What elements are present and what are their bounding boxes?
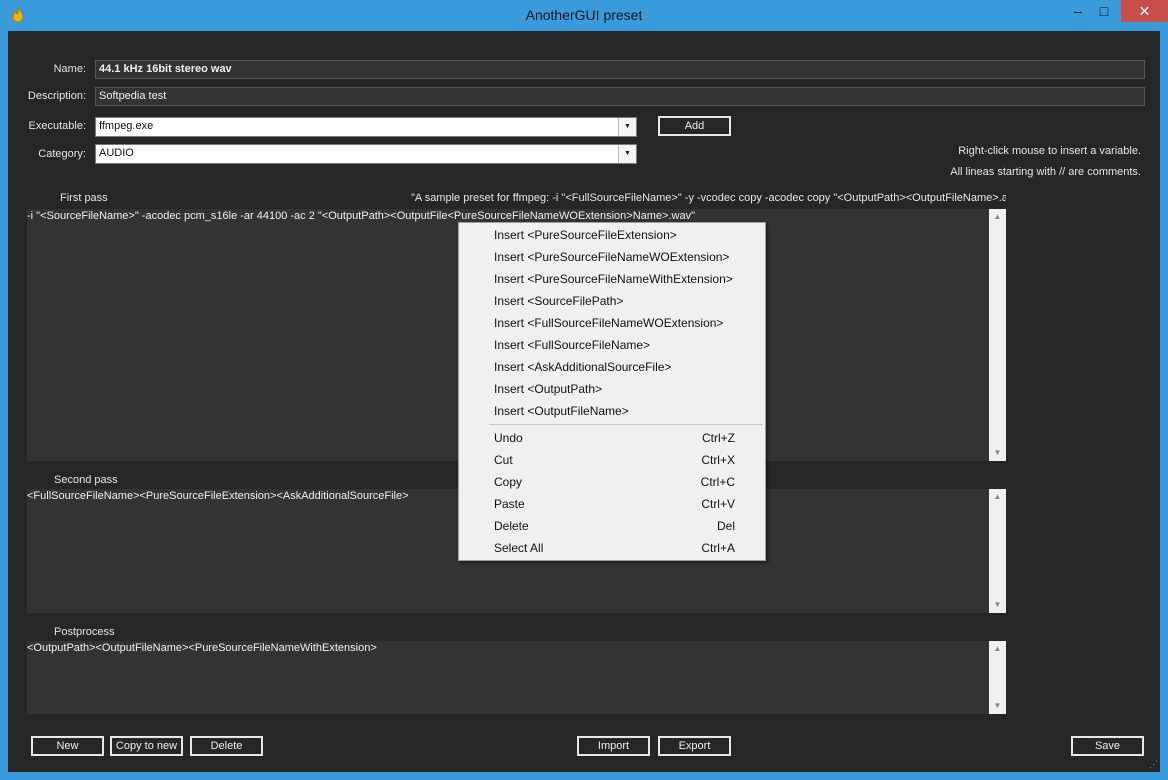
title-bar[interactable]: AnotherGUI preset – □ ✕: [0, 0, 1168, 30]
hint-comments: All lineas starting with // are comments…: [950, 166, 1141, 178]
import-button[interactable]: Import: [577, 736, 650, 756]
copy-to-new-button[interactable]: Copy to new: [110, 736, 183, 756]
scroll-down-icon[interactable]: ▼: [989, 597, 1006, 613]
executable-label: Executable:: [28, 120, 86, 132]
menu-separator: [489, 424, 763, 425]
menu-item-insert[interactable]: Insert <FullSourceFileNameWOExtension>: [459, 312, 765, 334]
maximize-button[interactable]: □: [1090, 0, 1118, 22]
menu-item-insert[interactable]: Insert <FullSourceFileName>: [459, 334, 765, 356]
menu-item-copy[interactable]: Copy Ctrl+C: [459, 471, 765, 493]
second-pass-label: Second pass: [54, 474, 118, 486]
menu-item-insert[interactable]: Insert <SourceFilePath>: [459, 290, 765, 312]
close-button[interactable]: ✕: [1121, 0, 1168, 22]
hint-right-click: Right-click mouse to insert a variable.: [958, 145, 1141, 157]
menu-item-paste[interactable]: Paste Ctrl+V: [459, 493, 765, 515]
menu-item-select-all[interactable]: Select All Ctrl+A: [459, 537, 765, 559]
postprocess-label: Postprocess: [54, 626, 115, 638]
menu-item-insert[interactable]: Insert <AskAdditionalSourceFile>: [459, 356, 765, 378]
category-value: AUDIO: [99, 147, 134, 159]
minimize-button[interactable]: –: [1064, 0, 1092, 22]
app-window: AnotherGUI preset – □ ✕ Name: 44.1 kHz 1…: [0, 0, 1168, 780]
context-menu: Insert <PureSourceFileExtension> Insert …: [458, 222, 766, 561]
menu-item-insert[interactable]: Insert <PureSourceFileNameWithExtension>: [459, 268, 765, 290]
menu-item-insert[interactable]: Insert <PureSourceFileExtension>: [459, 224, 765, 246]
name-field[interactable]: 44.1 kHz 16bit stereo wav: [95, 60, 1145, 79]
new-button[interactable]: New: [31, 736, 104, 756]
chevron-down-icon[interactable]: ▼: [618, 118, 636, 136]
scroll-up-icon[interactable]: ▲: [989, 489, 1006, 505]
first-pass-scrollbar[interactable]: ▲ ▼: [989, 209, 1006, 461]
first-pass-label: First pass: [60, 192, 108, 204]
menu-item-insert[interactable]: Insert <OutputPath>: [459, 378, 765, 400]
description-field[interactable]: Softpedia test: [95, 87, 1145, 106]
postprocess-scrollbar[interactable]: ▲ ▼: [989, 641, 1006, 714]
description-label: Description:: [27, 90, 86, 102]
menu-item-insert[interactable]: Insert <PureSourceFileNameWOExtension>: [459, 246, 765, 268]
resize-grip-icon[interactable]: ⋰: [1149, 759, 1158, 770]
category-label: Category:: [38, 148, 86, 160]
chevron-down-icon[interactable]: ▼: [618, 145, 636, 163]
window-title: AnotherGUI preset: [525, 7, 643, 23]
executable-value: ffmpeg.exe: [99, 120, 154, 132]
category-combo[interactable]: AUDIO ▼: [95, 144, 637, 164]
postprocess-textarea[interactable]: <OutputPath><OutputFileName><PureSourceF…: [27, 641, 1006, 714]
menu-item-cut[interactable]: Cut Ctrl+X: [459, 449, 765, 471]
add-button[interactable]: Add: [658, 116, 731, 136]
executable-combo[interactable]: ffmpeg.exe ▼: [95, 117, 637, 137]
export-button[interactable]: Export: [658, 736, 731, 756]
second-pass-scrollbar[interactable]: ▲ ▼: [989, 489, 1006, 613]
menu-item-delete[interactable]: Delete Del: [459, 515, 765, 537]
scroll-down-icon[interactable]: ▼: [989, 445, 1006, 461]
menu-item-undo[interactable]: Undo Ctrl+Z: [459, 427, 765, 449]
postprocess-text: <OutputPath><OutputFileName><PureSourceF…: [27, 642, 377, 654]
menu-item-insert[interactable]: Insert <OutputFileName>: [459, 400, 765, 422]
name-label: Name:: [53, 63, 86, 75]
scroll-up-icon[interactable]: ▲: [989, 209, 1006, 225]
scroll-up-icon[interactable]: ▲: [989, 641, 1006, 657]
delete-button[interactable]: Delete: [190, 736, 263, 756]
first-pass-text: -i "<SourceFileName>" -acodec pcm_s16le …: [27, 210, 696, 222]
sample-preset-text: "A sample preset for ffmpeg: -i "<FullSo…: [411, 192, 1006, 204]
scroll-down-icon[interactable]: ▼: [989, 698, 1006, 714]
save-button[interactable]: Save: [1071, 736, 1144, 756]
second-pass-text: <FullSourceFileName><PureSourceFileExten…: [27, 490, 409, 502]
